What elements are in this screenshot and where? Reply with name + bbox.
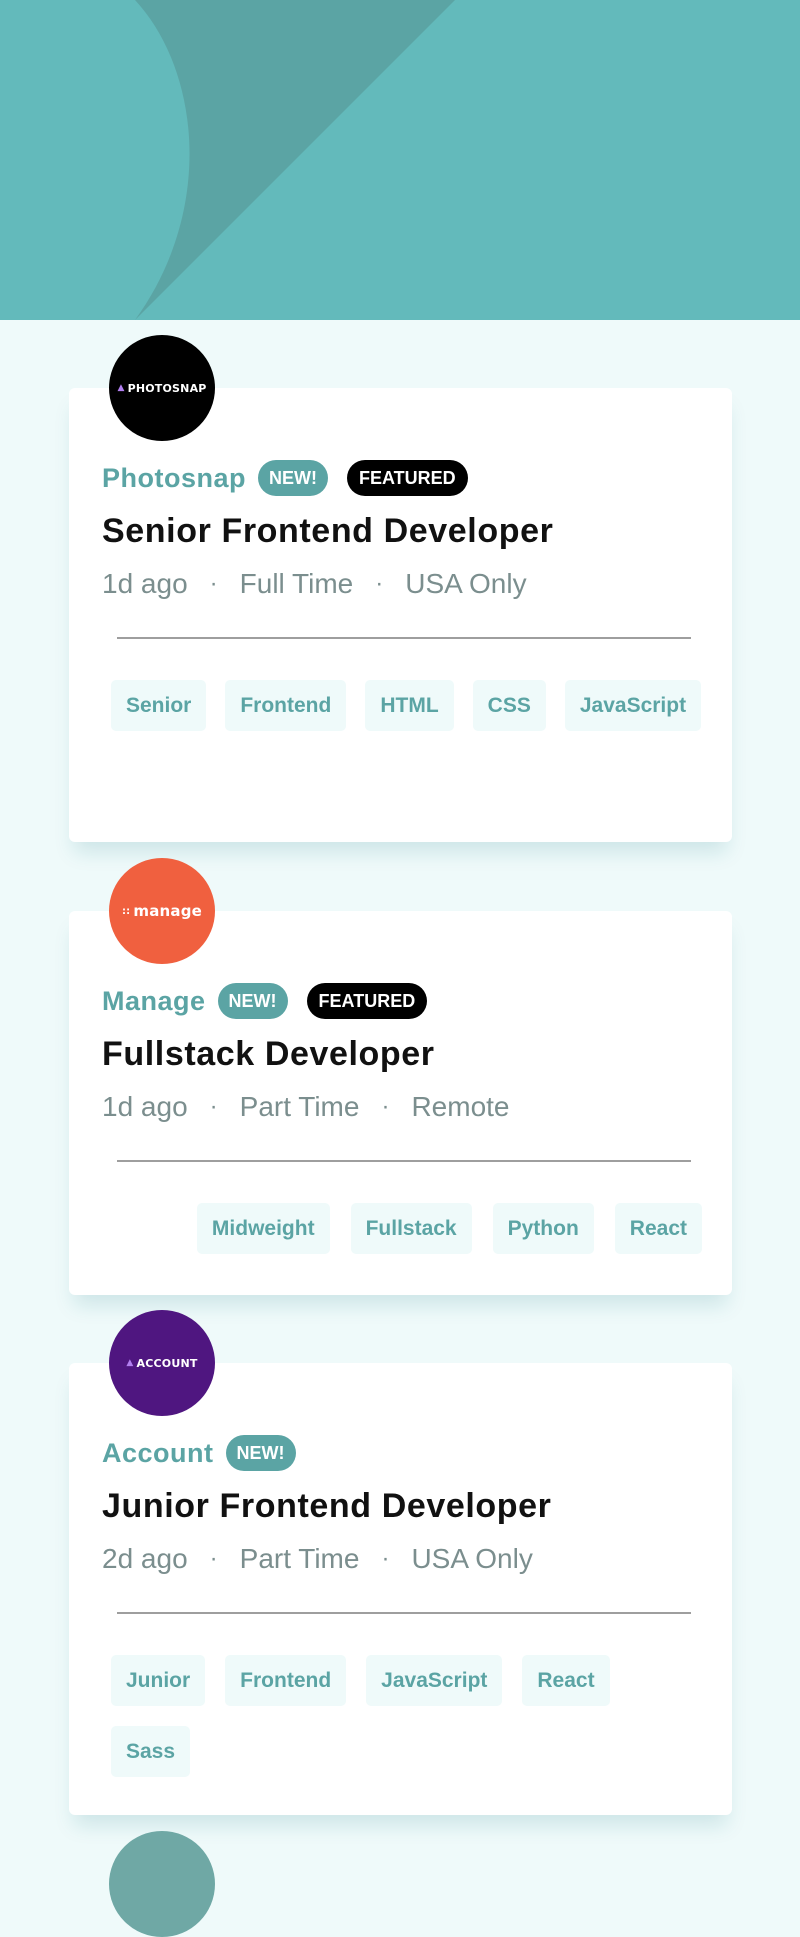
divider	[117, 1612, 691, 1614]
tag-filter-button[interactable]: Fullstack	[350, 1203, 472, 1254]
job-location: USA Only	[411, 1543, 533, 1574]
tag-filter-button[interactable]: React	[522, 1655, 610, 1706]
tag-filter-button[interactable]: Midweight	[196, 1203, 330, 1254]
meta-separator: ·	[375, 570, 384, 597]
meta-separator: ·	[209, 1093, 218, 1120]
meta-separator: ·	[209, 570, 218, 597]
meta-separator: ·	[209, 1545, 218, 1572]
featured-badge: FEATURED	[347, 460, 468, 496]
tag-filter-button[interactable]: Senior	[111, 680, 207, 731]
tag-filter-button[interactable]: Python	[492, 1203, 594, 1254]
tag-filter-button[interactable]: Frontend	[225, 1655, 347, 1706]
posted-at: 2d ago	[102, 1543, 188, 1574]
tag-list: Junior Frontend JavaScript React Sass	[111, 1655, 702, 1777]
company-logo-text: PHOTOSNAP	[127, 381, 207, 395]
company-logo-text: manage	[133, 902, 203, 920]
tag-list: Midweight Fullstack Python React	[111, 1203, 702, 1254]
tag-filter-button[interactable]: JavaScript	[366, 1655, 503, 1706]
header-banner	[0, 0, 800, 320]
company-row: Manage NEW! FEATURED	[102, 983, 428, 1019]
job-position[interactable]: Senior Frontend Developer	[102, 512, 553, 551]
company-row: Photosnap NEW! FEATURED	[102, 460, 468, 496]
tag-filter-button[interactable]: Frontend	[225, 680, 347, 731]
new-badge: NEW!	[217, 983, 288, 1019]
company-name[interactable]: Account	[102, 1438, 214, 1469]
header-pattern	[0, 0, 455, 320]
company-logo: ▲ ACCOUNT	[109, 1310, 215, 1416]
tag-filter-button[interactable]: Sass	[111, 1726, 191, 1777]
job-card[interactable]: :: manage Manage NEW! FEATURED Fullstack…	[69, 858, 732, 1295]
job-card[interactable]: ▲ PHOTOSNAP Photosnap NEW! FEATURED Seni…	[69, 335, 732, 842]
company-logo: ▲ PHOTOSNAP	[109, 335, 215, 441]
tag-filter-button[interactable]: CSS	[472, 680, 546, 731]
tag-filter-button[interactable]: HTML	[365, 680, 454, 731]
job-location: Remote	[411, 1091, 510, 1122]
meta-separator: ·	[381, 1545, 390, 1572]
company-name[interactable]: Photosnap	[102, 463, 246, 494]
job-position[interactable]: Fullstack Developer	[102, 1035, 435, 1074]
tag-list: Senior Frontend HTML CSS JavaScript	[111, 680, 702, 731]
divider	[117, 637, 691, 639]
new-badge: NEW!	[258, 460, 328, 496]
company-logo-text: ACCOUNT	[136, 1356, 198, 1370]
tag-filter-button[interactable]: React	[614, 1203, 702, 1254]
company-row: Account NEW!	[102, 1435, 296, 1471]
company-logo: :: manage	[109, 858, 215, 964]
job-meta: 1d ago · Full Time · USA Only	[102, 568, 527, 600]
tag-filter-button[interactable]: Junior	[111, 1655, 206, 1706]
posted-at: 1d ago	[102, 568, 188, 599]
new-badge: NEW!	[225, 1435, 296, 1471]
job-card[interactable]: ▲ ACCOUNT Account NEW! Junior Frontend D…	[69, 1310, 732, 1815]
job-position[interactable]: Junior Frontend Developer	[102, 1487, 552, 1526]
job-location: USA Only	[405, 568, 527, 599]
company-logo	[109, 1831, 215, 1937]
divider	[117, 1160, 691, 1162]
featured-badge: FEATURED	[306, 983, 428, 1019]
contract-type: Full Time	[239, 568, 354, 599]
posted-at: 1d ago	[102, 1091, 188, 1122]
job-meta: 2d ago · Part Time · USA Only	[102, 1543, 533, 1575]
tag-filter-button[interactable]: JavaScript	[564, 680, 702, 731]
job-meta: 1d ago · Part Time · Remote	[102, 1091, 510, 1123]
company-name[interactable]: Manage	[102, 986, 206, 1017]
contract-type: Part Time	[239, 1543, 360, 1574]
meta-separator: ·	[381, 1093, 390, 1120]
contract-type: Part Time	[239, 1091, 360, 1122]
